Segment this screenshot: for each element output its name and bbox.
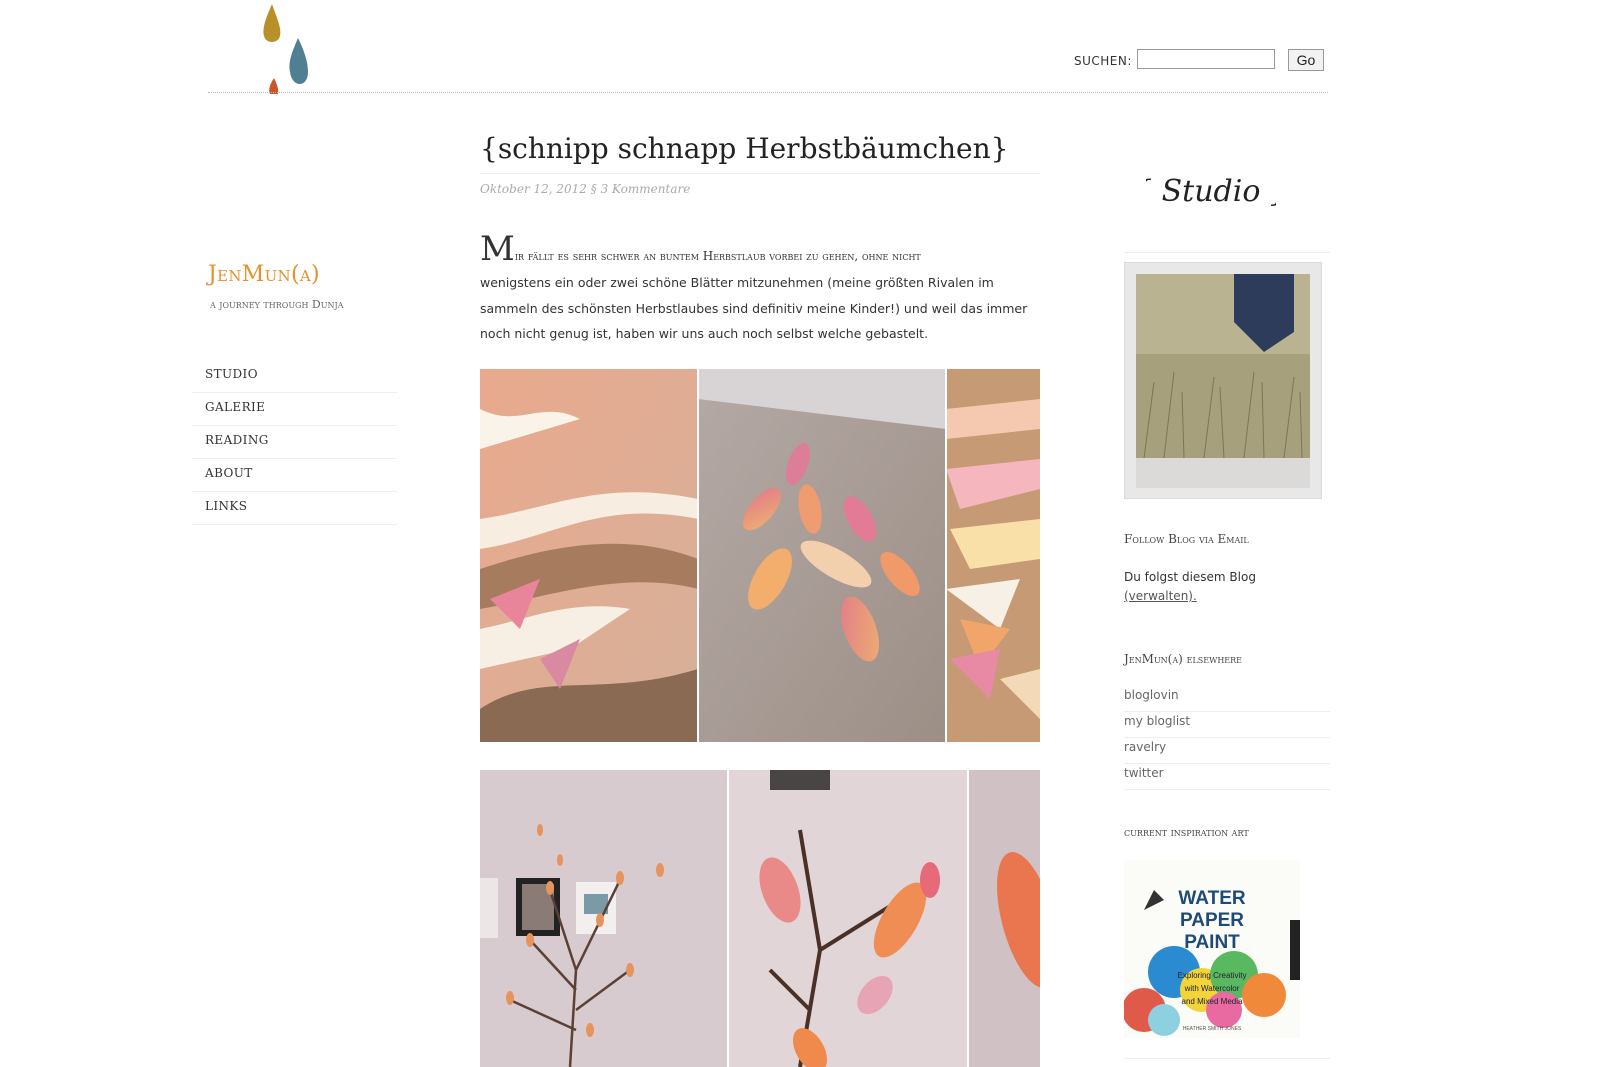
book-title-line3: PAINT bbox=[1184, 932, 1240, 953]
book-author: HEATHER SMITH JONES bbox=[1183, 1026, 1242, 1032]
link-my-bloglist[interactable]: my bloglist bbox=[1124, 714, 1190, 728]
nav-item-studio: STUDIO bbox=[192, 360, 397, 393]
book-title-line1: WATER bbox=[1178, 888, 1245, 909]
inspiration-widget-title: current inspiration art bbox=[1124, 826, 1249, 839]
follow-status: Du folgst diesem Blog bbox=[1124, 570, 1256, 584]
list-item: bloglovin bbox=[1124, 686, 1330, 712]
paint-drops-icon[interactable] bbox=[258, 0, 318, 94]
nav-link-studio[interactable]: STUDIO bbox=[205, 360, 258, 384]
link-twitter[interactable]: twitter bbox=[1124, 766, 1164, 780]
nav-link-reading[interactable]: READING bbox=[205, 426, 269, 450]
studio-logo[interactable]: { Studio } bbox=[1133, 163, 1289, 223]
header-divider bbox=[208, 92, 1328, 93]
post-title[interactable]: {schnipp schnapp Herbstbäumchen} bbox=[480, 132, 1008, 165]
follow-widget-title: Follow Blog via Email bbox=[1124, 532, 1249, 546]
site-title[interactable]: JenMun(a) bbox=[208, 262, 320, 287]
book-title-line2: PAPER bbox=[1180, 910, 1244, 931]
book-cover-image[interactable]: WATER PAPER PAINT Exploring Creativity w… bbox=[1122, 860, 1300, 1038]
sidebar-divider bbox=[1124, 252, 1330, 253]
main-nav: STUDIO GALERIE READING ABOUT LINKS bbox=[192, 360, 397, 525]
meta-separator: § bbox=[590, 182, 597, 196]
link-bloglovin[interactable]: bloglovin bbox=[1124, 688, 1179, 702]
link-ravelry[interactable]: ravelry bbox=[1124, 740, 1166, 754]
studio-logo-text: { Studio } bbox=[1146, 174, 1276, 209]
post-meta: Oktober 12, 2012 § 3 Kommentare bbox=[480, 182, 690, 196]
follow-widget-text: Du folgst diesem Blog (verwalten). bbox=[1124, 568, 1324, 606]
polaroid-photo[interactable] bbox=[1123, 261, 1323, 500]
post-intro-text: ir fällt es sehr schwer an buntem Herbst… bbox=[514, 249, 921, 263]
search-go-button[interactable]: Go bbox=[1288, 49, 1324, 71]
nav-item-links: LINKS bbox=[192, 492, 397, 525]
list-item: twitter bbox=[1124, 764, 1330, 790]
list-item: ravelry bbox=[1124, 738, 1330, 764]
search-label: SUCHEN: bbox=[1074, 54, 1132, 68]
post-date[interactable]: Oktober 12, 2012 bbox=[480, 182, 587, 196]
book-subtitle-line2: with Watercolor bbox=[1184, 984, 1240, 993]
nav-link-links[interactable]: LINKS bbox=[205, 492, 247, 516]
post-body: wenigstens ein oder zwei schöne Blätter … bbox=[480, 275, 1028, 341]
elsewhere-links: bloglovin my bloglist ravelry twitter bbox=[1124, 686, 1330, 790]
book-subtitle-line3: and Mixed Media bbox=[1182, 997, 1243, 1006]
nav-link-about[interactable]: ABOUT bbox=[205, 459, 253, 483]
nav-link-galerie[interactable]: GALERIE bbox=[205, 393, 265, 417]
post-intro: Mir fällt es sehr schwer an buntem Herbs… bbox=[480, 232, 1040, 267]
post-title-divider bbox=[480, 173, 1040, 174]
post-photo-collage-tree[interactable] bbox=[480, 770, 1040, 1067]
dropcap: M bbox=[480, 229, 515, 269]
post-photo-collage-leaves[interactable] bbox=[480, 369, 1040, 742]
post-comments-link[interactable]: 3 Kommentare bbox=[601, 182, 691, 196]
follow-manage-link[interactable]: (verwalten). bbox=[1124, 589, 1197, 603]
nav-item-galerie: GALERIE bbox=[192, 393, 397, 426]
nav-item-reading: READING bbox=[192, 426, 397, 459]
search-input[interactable] bbox=[1137, 49, 1275, 69]
list-item: my bloglist bbox=[1124, 712, 1330, 738]
sidebar-divider bbox=[1124, 1058, 1330, 1059]
nav-item-about: ABOUT bbox=[192, 459, 397, 492]
elsewhere-widget-title: JenMun(a) elsewhere bbox=[1124, 652, 1243, 666]
site-tagline: a journey through Dunja bbox=[210, 298, 344, 311]
book-subtitle-line1: Exploring Creativity bbox=[1178, 971, 1247, 980]
